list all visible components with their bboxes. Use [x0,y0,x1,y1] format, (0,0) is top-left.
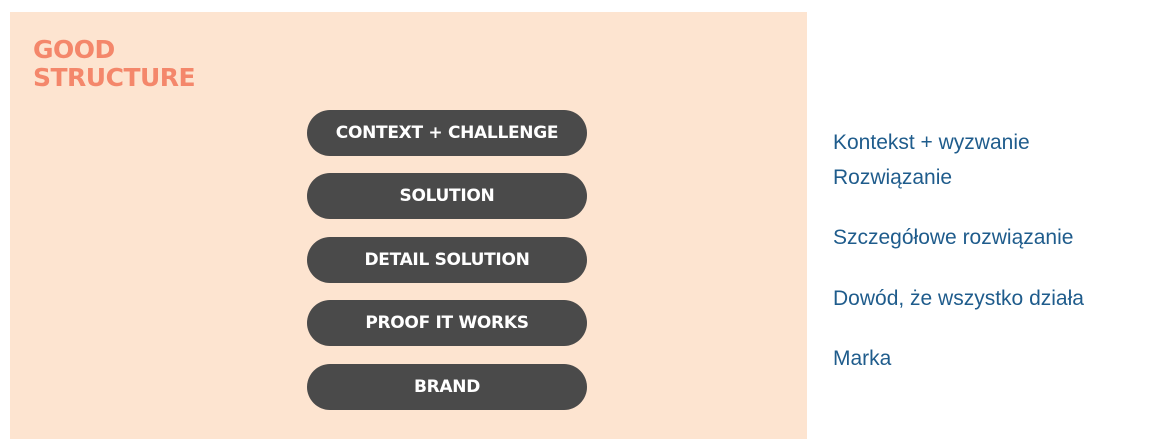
panel-title-line-1: GOOD [33,35,115,64]
translation-proof-it-works: Dowód, że wszystko działa [833,287,1084,310]
structure-panel: GOOD STRUCTURE CONTEXT + CHALLENGE SOLUT… [10,12,807,439]
translation-brand: Marka [833,347,892,370]
step-proof-it-works: PROOF IT WORKS [307,300,587,346]
translation-solution: Rozwiązanie [833,166,953,189]
step-solution: SOLUTION [307,173,587,219]
step-context-challenge: CONTEXT + CHALLENGE [307,110,587,156]
panel-title: GOOD STRUCTURE [33,35,196,92]
panel-title-line-2: STRUCTURE [33,63,196,92]
step-detail-solution: DETAIL SOLUTION [307,237,587,283]
translation-detail-solution: Szczegółowe rozwiązanie [833,226,1074,249]
step-brand: BRAND [307,364,587,410]
translation-context-challenge: Kontekst + wyzwanie [833,131,1030,154]
